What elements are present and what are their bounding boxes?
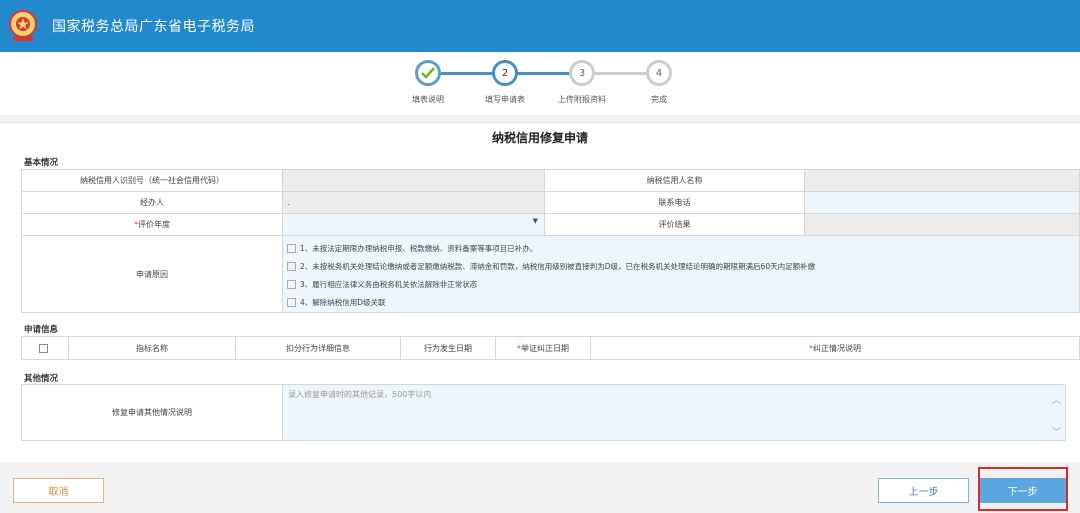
reason-options: 1、未按法定期限办理纳税申报、税款缴纳、资料备案等事项且已补办。 2、未按税务机… xyxy=(282,235,1080,313)
taxpayer-name-label: 纳税信用人名称 xyxy=(544,169,805,192)
step-2: 2 填写申请表 xyxy=(465,60,545,105)
scroll-up-icon[interactable]: ︿ xyxy=(1052,393,1061,406)
step-number: 3 xyxy=(569,60,595,86)
select-all-cell xyxy=(21,336,69,360)
app-header: 国家税务总局广东省电子税务局 xyxy=(0,0,1080,52)
chevron-down-icon: ▼ xyxy=(532,217,538,225)
eval-year-label: * 评价年度 xyxy=(21,213,283,236)
step-label: 上传附报资料 xyxy=(558,95,606,104)
section-apply-label: 申请信息 xyxy=(24,325,59,335)
column-header: 行为发生日期 xyxy=(400,336,496,360)
reason-option-1[interactable]: 1、未按法定期限办理纳税申报、税款缴纳、资料备案等事项且已补办。 xyxy=(287,239,537,257)
checkbox[interactable] xyxy=(287,243,296,253)
select-all-checkbox[interactable] xyxy=(38,343,48,353)
taxpayer-name-field xyxy=(804,169,1080,192)
taxpayer-id-field xyxy=(282,169,545,192)
reason-text: 2、未按税务机关处理结论缴纳或者足额缴纳税款、滞纳金和罚款，纳税信用级别被直接判… xyxy=(300,261,816,271)
column-header-text: 纠正情况说明 xyxy=(813,343,861,353)
checkbox[interactable] xyxy=(287,298,296,308)
highlight-box xyxy=(978,467,1068,511)
reason-text: 3、履行相应法律义务由税务机关依法解除非正常状态 xyxy=(300,280,478,290)
step-3: 3 上传附报资料 xyxy=(542,60,622,105)
site-title: 国家税务总局广东省电子税务局 xyxy=(52,19,255,35)
textarea-placeholder: 录入修复申请时的其他记录，500字以内 xyxy=(288,390,432,399)
step-progress: 填表说明 2 填写申请表 3 上传附报资料 4 完成 xyxy=(0,52,1080,115)
taxpayer-id-label: 纳税信用人识别号（统一社会信用代码） xyxy=(21,169,283,192)
other-info-label: 修复申请其他情况说明 xyxy=(21,384,283,441)
section-other-label: 其他情况 xyxy=(24,374,59,384)
checkbox[interactable] xyxy=(287,261,296,271)
column-header: 指标名称 xyxy=(68,336,236,360)
step-number: 4 xyxy=(646,60,672,86)
section-basic-label: 基本情况 xyxy=(24,158,59,168)
footer-bar: 取消 上一步 下一步 xyxy=(0,468,1080,513)
step-done-check-icon xyxy=(415,60,441,86)
column-header: * 举证纠正日期 xyxy=(495,336,591,360)
reason-option-4[interactable]: 4、解除纳税信用D级关联 xyxy=(287,294,386,312)
step-label: 填表说明 xyxy=(412,95,444,104)
phone-label: 联系电话 xyxy=(544,191,805,214)
scroll-down-icon[interactable]: ﹀ xyxy=(1052,425,1061,438)
checkbox[interactable] xyxy=(287,280,296,290)
step-4: 4 完成 xyxy=(619,60,699,105)
step-label: 填写申请表 xyxy=(485,95,525,104)
step-label: 完成 xyxy=(651,95,667,104)
application-form: 纳税信用修复申请 基本情况 纳税信用人识别号（统一社会信用代码） 纳税信用人名称… xyxy=(0,122,1080,462)
form-title: 纳税信用修复申请 xyxy=(491,131,588,145)
step-1: 填表说明 xyxy=(388,60,468,105)
handler-label: 经办人 xyxy=(21,191,283,214)
reason-text: 4、解除纳税信用D级关联 xyxy=(300,298,386,308)
tax-emblem-icon xyxy=(4,7,42,45)
reason-text: 1、未按法定期限办理纳税申报、税款缴纳、资料备案等事项且已补办。 xyxy=(300,243,538,253)
eval-result-label: 评价结果 xyxy=(544,213,805,236)
column-header: 扣分行为详细信息 xyxy=(235,336,401,360)
eval-year-text: 评价年度 xyxy=(138,220,170,229)
eval-year-select[interactable]: ▼ xyxy=(282,213,545,236)
reason-option-3[interactable]: 3、履行相应法律义务由税务机关依法解除非正常状态 xyxy=(287,276,477,294)
column-header-text: 举证纠正日期 xyxy=(521,343,569,353)
cancel-button[interactable]: 取消 xyxy=(13,478,104,503)
eval-result-field xyxy=(804,213,1080,236)
reason-label: 申请原因 xyxy=(21,235,283,313)
phone-input[interactable] xyxy=(804,191,1080,214)
step-number: 2 xyxy=(492,60,518,86)
handler-field: . xyxy=(282,191,545,214)
reason-option-2[interactable]: 2、未按税务机关处理结论缴纳或者足额缴纳税款、滞纳金和罚款，纳税信用级别被直接判… xyxy=(287,257,815,275)
prev-step-button[interactable]: 上一步 xyxy=(878,478,969,503)
other-info-textarea[interactable]: 录入修复申请时的其他记录，500字以内 ︿ ﹀ xyxy=(282,384,1066,441)
column-header: * 纠正情况说明 xyxy=(590,336,1080,360)
